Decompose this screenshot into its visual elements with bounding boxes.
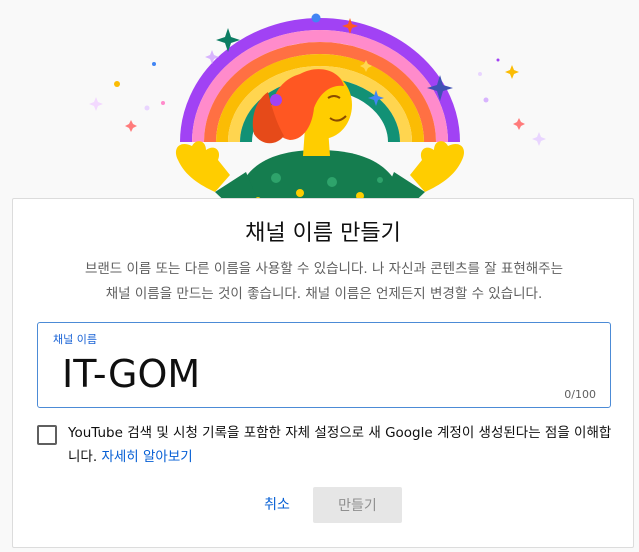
cancel-button[interactable]: 취소: [249, 487, 305, 521]
create-channel-dialog: 채널 이름 만들기 브랜드 이름 또는 다른 이름을 사용할 수 있습니다. 나…: [12, 198, 634, 548]
dialog-description: 브랜드 이름 또는 다른 이름을 사용할 수 있습니다. 나 자신과 콘텐츠를 …: [31, 257, 617, 307]
channel-name-label: 채널 이름: [53, 333, 97, 346]
create-button[interactable]: 만들기: [313, 487, 402, 523]
channel-name-input[interactable]: [62, 351, 542, 397]
dialog-title: 채널 이름 만들기: [245, 221, 401, 246]
consent-checkbox[interactable]: [37, 425, 57, 445]
header-illustration: [89, 13, 546, 210]
consent-text: YouTube 검색 및 시청 기록을 포함한 자체 설정으로 새 Google…: [68, 421, 613, 469]
learn-more-link[interactable]: 자세히 알아보기: [101, 449, 192, 465]
channel-name-field[interactable]: 채널 이름 0/100: [37, 322, 611, 408]
description-line-2: 채널 이름을 만드는 것이 좋습니다. 채널 이름은 언제든지 변경할 수 있습…: [105, 286, 543, 302]
description-line-1: 브랜드 이름 또는 다른 이름을 사용할 수 있습니다. 나 자신과 콘텐츠를 …: [84, 261, 564, 277]
character-counter: 0/100: [564, 388, 596, 401]
